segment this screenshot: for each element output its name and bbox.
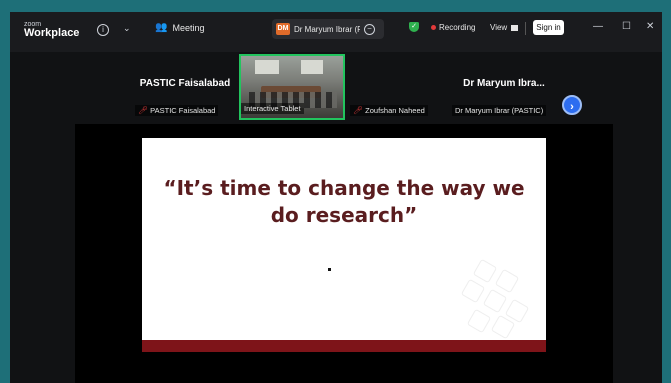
logo-workplace-text: Workplace — [24, 27, 80, 39]
speaker-avatar: DM — [276, 23, 290, 35]
shield-check-icon[interactable]: ✓ — [409, 22, 419, 32]
participant-display-name: Dr Maryum Ibra... — [463, 78, 545, 89]
info-icon[interactable]: i — [97, 24, 109, 36]
active-speaker-pill[interactable]: DM Dr Maryum Ibrar (P( − — [272, 19, 384, 39]
close-window-icon[interactable]: ✕ — [646, 21, 654, 32]
participant-label-text: PASTIC Faisalabad — [150, 106, 216, 115]
slide-title-line-1: “It’s time to change the way we — [163, 176, 525, 200]
view-label: View — [490, 23, 508, 32]
slide-footer-bar — [142, 340, 546, 352]
participant-strip: PASTIC Faisalabad 🎤︎ PASTIC Faisalabad I… — [10, 52, 662, 124]
slide-title-line-2: do research” — [270, 203, 418, 227]
maximize-window-icon[interactable]: ☐ — [622, 21, 631, 32]
record-dot-icon — [431, 25, 436, 30]
sign-in-button[interactable]: Sign in — [533, 20, 564, 35]
participant-video-tile[interactable]: Interactive Tablet — [239, 54, 345, 120]
participant-label: Dr Maryum Ibrar (PASTIC) — [452, 105, 547, 116]
hexagon-decoration — [456, 258, 536, 340]
minimize-window-icon[interactable]: — — [593, 21, 603, 32]
screen-share-area: “It’s time to change the way we do resea… — [75, 124, 613, 383]
participant-label: Interactive Tablet — [241, 103, 304, 114]
participant-tile[interactable]: Dr Maryum Ibra... Dr Maryum Ibrar (PASTI… — [452, 54, 556, 120]
meeting-label: Meeting — [172, 22, 205, 33]
slide-title: “It’s time to change the way we do resea… — [142, 175, 546, 229]
recording-indicator[interactable]: Recording — [431, 23, 475, 32]
participant-tile[interactable]: 🎤︎ Zoufshan Naheed — [346, 54, 450, 120]
recording-label: Recording — [439, 23, 476, 32]
participant-label: 🎤︎ Zoufshan Naheed — [350, 105, 428, 116]
speaker-name: Dr Maryum Ibrar (P( — [294, 24, 360, 34]
minimize-circle-icon[interactable]: − — [364, 23, 375, 35]
participant-label-text: Zoufshan Naheed — [365, 106, 425, 115]
mouse-cursor — [328, 268, 331, 271]
top-toolbar: zoom Workplace i ⌄ 👥 Meeting DM Dr Maryu… — [10, 12, 662, 52]
mic-muted-icon: 🎤︎ — [353, 106, 364, 115]
participant-label-text: Dr Maryum Ibrar (PASTIC) — [455, 106, 544, 115]
mic-muted-icon: 🎤︎ — [138, 106, 149, 115]
people-icon: 👥 — [155, 22, 168, 33]
presentation-slide: “It’s time to change the way we do resea… — [142, 138, 546, 340]
next-page-arrow-icon[interactable]: › — [562, 95, 582, 115]
meeting-menu[interactable]: 👥 Meeting — [155, 22, 204, 33]
grid-view-icon — [511, 24, 519, 31]
toolbar-divider — [525, 22, 526, 35]
view-button[interactable]: View — [490, 23, 519, 32]
participant-display-name: PASTIC Faisalabad — [139, 78, 231, 89]
chevron-down-icon[interactable]: ⌄ — [123, 23, 131, 34]
zoom-logo: zoom Workplace — [24, 21, 79, 39]
participant-label-text: Interactive Tablet — [244, 104, 301, 113]
participant-tile[interactable]: PASTIC Faisalabad 🎤︎ PASTIC Faisalabad — [133, 54, 237, 120]
zoom-window: zoom Workplace i ⌄ 👥 Meeting DM Dr Maryu… — [10, 12, 662, 383]
participant-label: 🎤︎ PASTIC Faisalabad — [135, 105, 219, 116]
